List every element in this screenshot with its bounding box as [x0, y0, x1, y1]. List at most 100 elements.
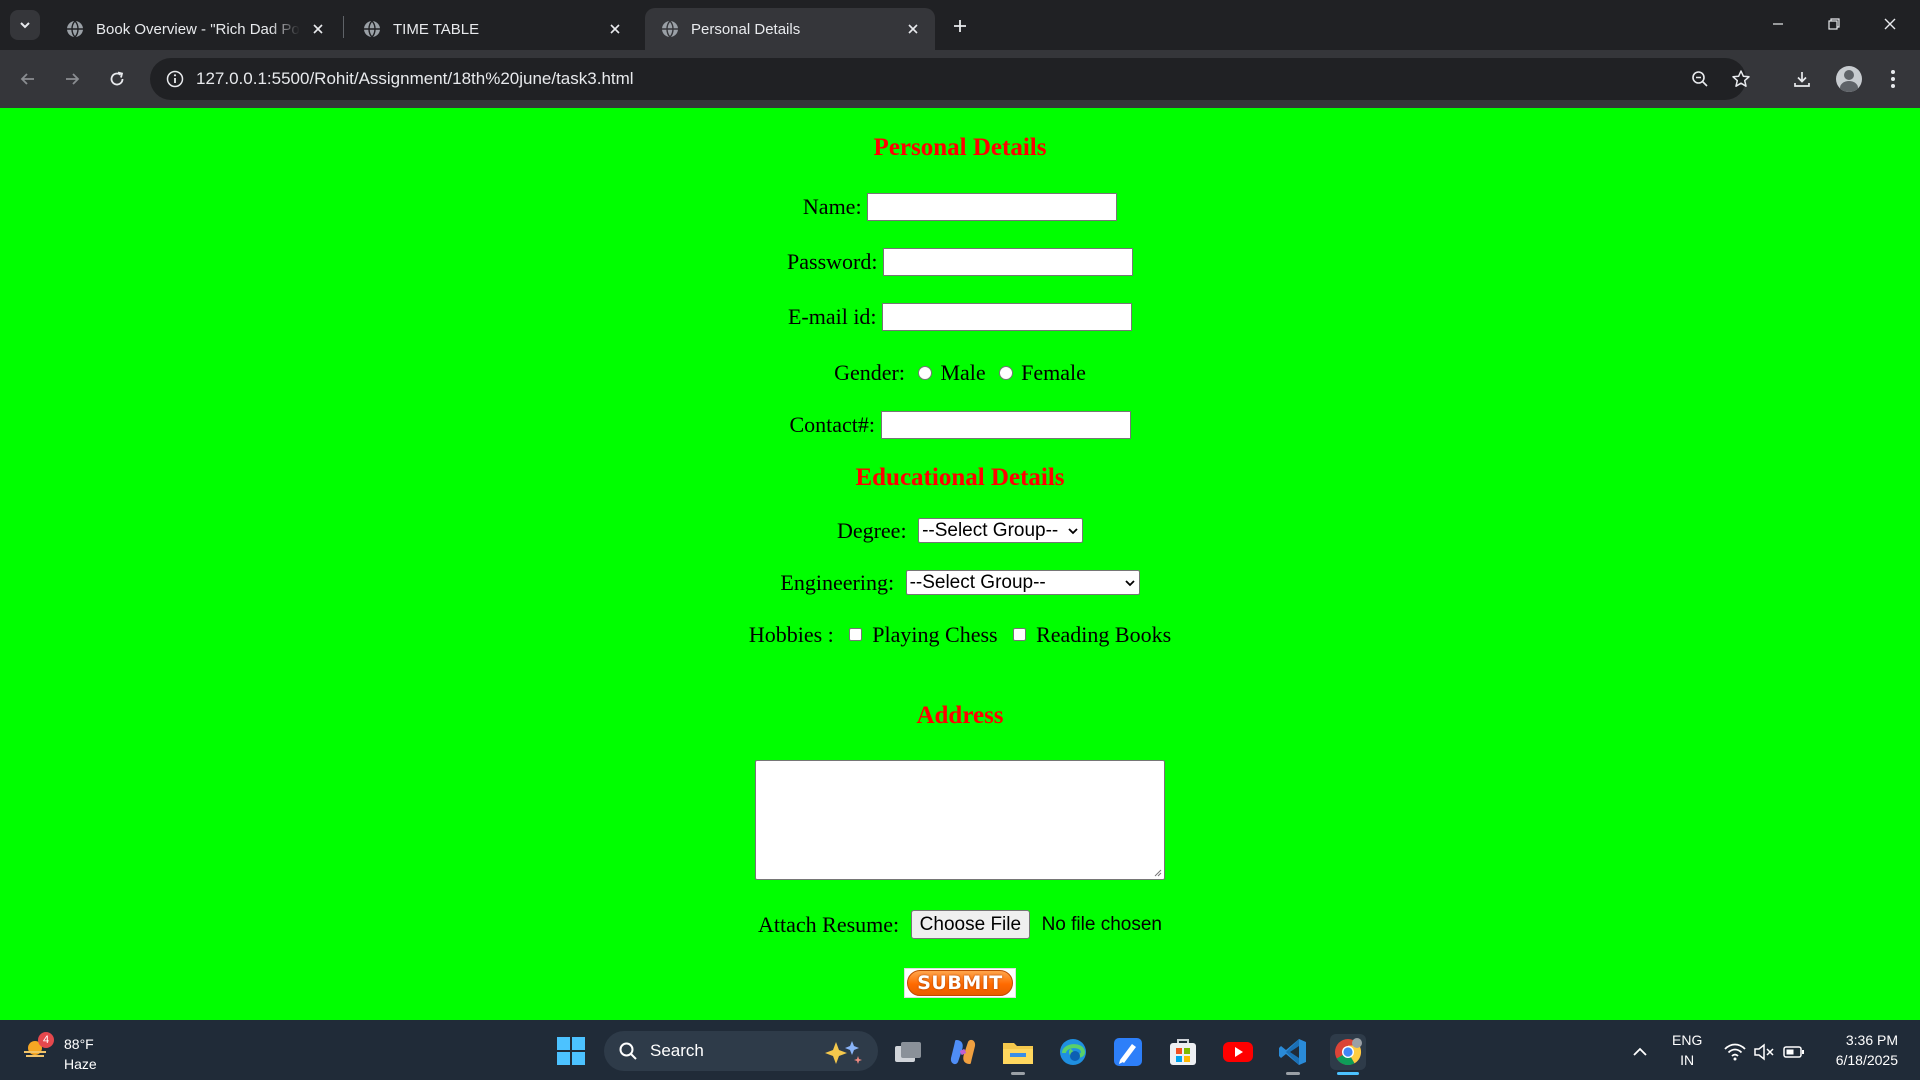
degree-label: Degree: — [836, 517, 907, 543]
gender-row: Gender: Male Female — [0, 358, 1920, 386]
gender-male-radio[interactable] — [918, 365, 933, 380]
degree-selected-value: --Select Group-- — [922, 519, 1059, 541]
new-tab-button[interactable] — [946, 12, 974, 40]
pen-app-icon[interactable] — [1110, 1034, 1146, 1070]
file-explorer-icon[interactable] — [1000, 1034, 1036, 1070]
profile-avatar[interactable] — [1836, 66, 1862, 92]
running-indicator — [1011, 1072, 1025, 1075]
engineering-selected-value: --Select Group-- — [909, 571, 1046, 593]
address-textarea[interactable] — [755, 760, 1165, 880]
chevron-down-icon — [1124, 578, 1136, 588]
tab-title: Book Overview - "Rich Dad Poor Dad" — [96, 20, 300, 38]
contact-label: Contact#: — [789, 411, 876, 437]
education-heading-row: Educational Details — [0, 463, 1920, 492]
contact-row: Contact#: — [0, 410, 1920, 439]
info-icon — [166, 70, 184, 88]
chevron-down-icon — [20, 22, 30, 29]
browser-toolbar: 127.0.0.1:5500/Rohit/Assignment/18th%20j… — [0, 50, 1920, 108]
gender-label: Gender: — [834, 359, 905, 385]
gender-female-radio[interactable] — [999, 365, 1014, 380]
tab-title: Personal Details — [691, 20, 801, 38]
close-icon[interactable] — [308, 19, 328, 39]
educational-details-heading: Educational Details — [855, 463, 1065, 491]
kebab-menu-icon — [1891, 70, 1895, 88]
language-indicator[interactable]: ENG IN — [1672, 1030, 1702, 1070]
taskbar-clock[interactable]: 3:36 PM 6/18/2025 — [1822, 1030, 1898, 1070]
hobby-reading-label: Reading Books — [1036, 621, 1172, 647]
site-info-button[interactable] — [160, 64, 190, 94]
downloads-button[interactable] — [1786, 63, 1818, 95]
taskbar-search-box[interactable]: Search — [604, 1031, 878, 1071]
hobby-reading-checkbox[interactable] — [1013, 628, 1027, 642]
region-text: IN — [1680, 1052, 1695, 1068]
engineering-select[interactable]: --Select Group-- — [905, 570, 1140, 596]
youtube-icon[interactable] — [1220, 1034, 1256, 1070]
hobby-chess-label: Playing Chess — [872, 621, 998, 647]
minimize-icon — [1773, 23, 1783, 25]
weather-temperature: 88°F — [64, 1036, 94, 1052]
hobby-chess-checkbox[interactable] — [849, 628, 863, 642]
battery-icon[interactable] — [1776, 1034, 1812, 1070]
submit-button[interactable]: SUBMIT — [904, 968, 1016, 998]
name-label: Name: — [802, 193, 862, 219]
back-button[interactable] — [12, 63, 44, 95]
close-icon[interactable] — [605, 19, 625, 39]
search-icon — [619, 1042, 637, 1060]
star-icon — [1732, 70, 1750, 87]
reload-icon — [110, 71, 124, 86]
tab-search-button[interactable] — [10, 10, 40, 40]
restore-button[interactable] — [1806, 0, 1862, 48]
resize-grip-icon[interactable] — [1152, 867, 1162, 877]
tab-book-overview[interactable]: Book Overview - "Rich Dad Poor Dad" — [50, 8, 340, 50]
copilot-icon[interactable] — [945, 1034, 981, 1070]
page-viewport: Personal Details Name: Password: E-mail … — [0, 108, 1920, 1020]
minimize-button[interactable] — [1750, 0, 1806, 48]
arrow-left-icon — [20, 73, 34, 85]
password-input[interactable] — [882, 247, 1133, 276]
address-bar[interactable]: 127.0.0.1:5500/Rohit/Assignment/18th%20j… — [150, 58, 1750, 100]
degree-select[interactable]: --Select Group-- — [918, 518, 1084, 544]
resume-row: Attach Resume: Choose File No file chose… — [0, 910, 1920, 940]
forward-button[interactable] — [56, 63, 88, 95]
close-window-button[interactable] — [1862, 0, 1918, 48]
email-row: E-mail id: — [0, 302, 1920, 331]
globe-icon — [67, 20, 83, 38]
running-indicator — [1286, 1072, 1300, 1075]
contact-input[interactable] — [880, 410, 1131, 439]
name-row: Name: — [0, 192, 1920, 221]
choose-file-button[interactable]: Choose File — [910, 910, 1031, 940]
globe-icon — [364, 20, 380, 38]
weather-widget[interactable]: 4 88°F Haze — [20, 1028, 110, 1072]
microsoft-store-icon[interactable] — [1165, 1034, 1201, 1070]
bookmark-button[interactable] — [1726, 64, 1756, 94]
tab-time-table[interactable]: TIME TABLE — [347, 8, 637, 50]
chevron-down-icon — [1067, 526, 1079, 536]
personal-details-heading: Personal Details — [873, 133, 1047, 161]
reload-button[interactable] — [101, 63, 133, 95]
chrome-icon[interactable] — [1330, 1034, 1366, 1070]
file-status-text: No file chosen — [1041, 913, 1162, 935]
close-icon[interactable] — [903, 19, 923, 39]
zoom-button[interactable] — [1685, 64, 1715, 94]
show-hidden-icons-button[interactable] — [1622, 1034, 1658, 1070]
weather-condition: Haze — [64, 1056, 97, 1072]
hobbies-label: Hobbies : — [748, 621, 834, 647]
name-input[interactable] — [867, 192, 1118, 221]
gender-female-label: Female — [1021, 359, 1086, 385]
active-indicator — [1337, 1072, 1359, 1075]
restore-icon — [1828, 18, 1840, 30]
edge-browser-icon[interactable] — [1055, 1034, 1091, 1070]
windows-start-icon[interactable] — [556, 1036, 586, 1066]
tab-personal-details[interactable]: Personal Details — [645, 8, 935, 50]
globe-icon — [662, 20, 678, 38]
address-heading-row: Address — [0, 701, 1920, 730]
personal-heading-row: Personal Details — [0, 133, 1920, 162]
menu-button[interactable] — [1877, 63, 1909, 95]
hobbies-row: Hobbies : Playing Chess Reading Books — [0, 620, 1920, 648]
task-view-icon[interactable] — [890, 1034, 926, 1070]
plus-icon — [954, 20, 966, 32]
vscode-icon[interactable] — [1275, 1034, 1311, 1070]
clock-date: 6/18/2025 — [1835, 1052, 1898, 1068]
email-input[interactable] — [882, 302, 1133, 331]
taskbar-search-label: Search — [650, 1041, 704, 1060]
